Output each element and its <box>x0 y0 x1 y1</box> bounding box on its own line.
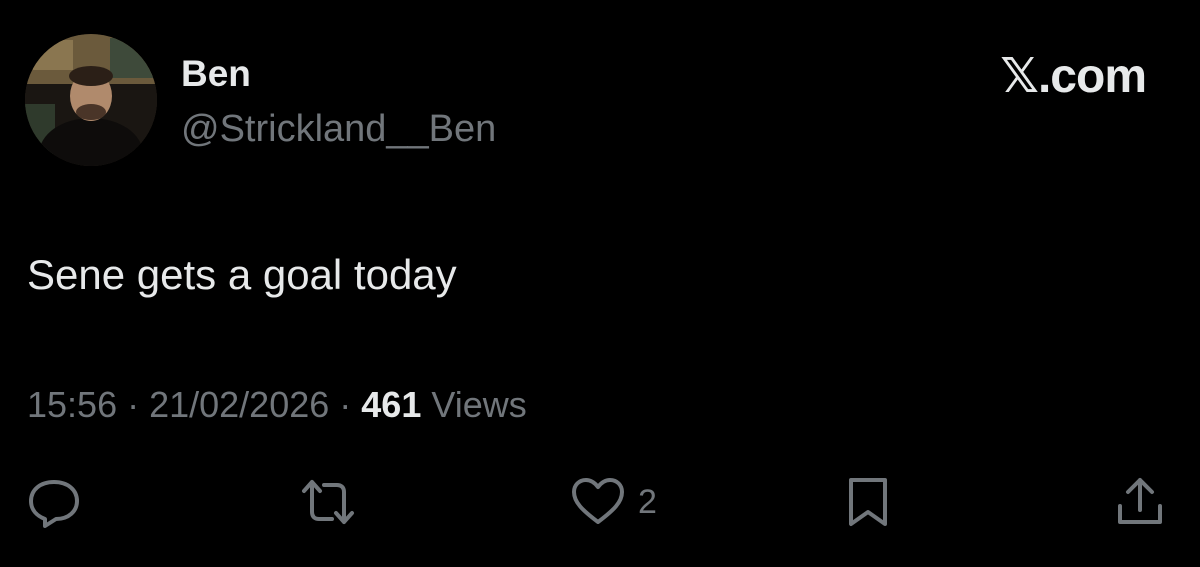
retweet-button[interactable] <box>298 474 358 530</box>
views-label: Views <box>431 384 527 425</box>
reply-icon <box>29 480 79 528</box>
meta-separator: · <box>329 384 362 425</box>
heart-icon <box>572 478 624 524</box>
bookmark-icon <box>849 478 887 526</box>
tweet-date[interactable]: 21/02/2026 <box>149 384 329 425</box>
like-button[interactable]: 2 <box>570 474 657 530</box>
bookmark-button[interactable] <box>845 474 891 530</box>
tweet-time[interactable]: 15:56 <box>27 384 117 425</box>
reply-button[interactable] <box>25 474 83 530</box>
profile-photo <box>25 34 157 166</box>
views-count: 461 <box>361 384 422 425</box>
avatar[interactable] <box>25 34 157 166</box>
share-icon <box>1118 478 1162 524</box>
author-handle[interactable]: @Strickland__Ben <box>181 106 496 152</box>
brand-logo: 𝕏.com <box>1000 50 1147 103</box>
tweet-text: Sene gets a goal today <box>27 251 457 298</box>
share-button[interactable] <box>1112 474 1168 530</box>
action-bar: 2 <box>0 474 1200 534</box>
like-count: 2 <box>638 483 657 521</box>
author-display-name[interactable]: Ben <box>181 52 251 96</box>
meta-separator: · <box>117 384 150 425</box>
retweet-icon <box>302 480 354 524</box>
tweet-meta: 15:56 · 21/02/2026 · 461 Views <box>27 383 527 427</box>
